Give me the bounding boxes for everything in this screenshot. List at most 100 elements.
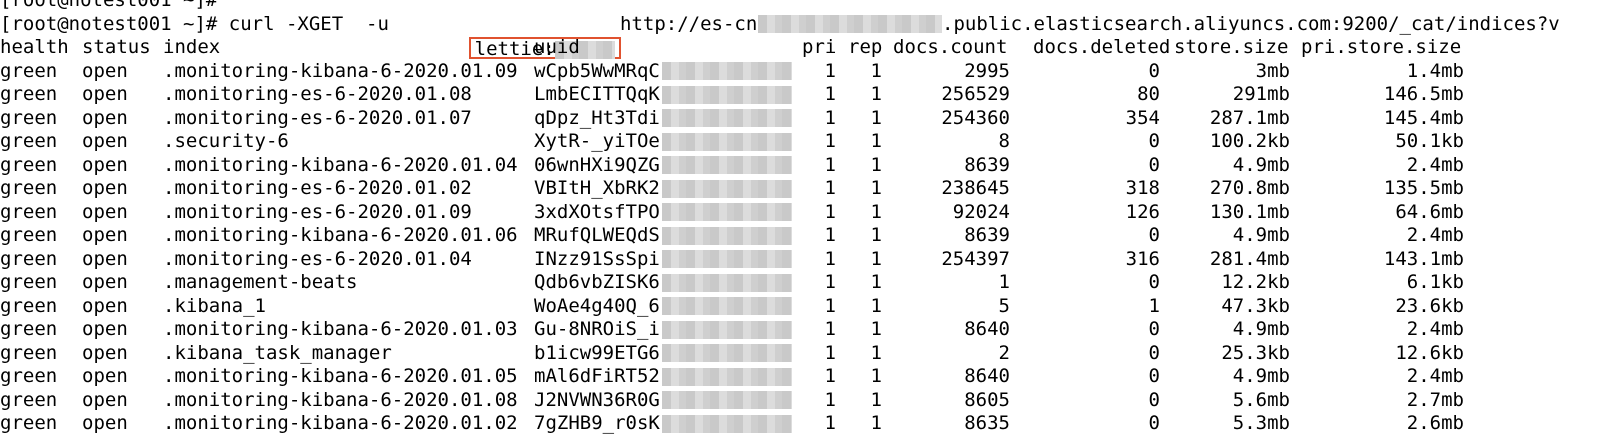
url-start: http://es-cn-v <box>620 12 781 35</box>
cell-pri: 1 <box>824 224 836 246</box>
cell-pri: 1 <box>824 365 836 387</box>
table-row: green open .monitoring-kibana-6-2020.01.09… <box>0 60 1619 84</box>
cell-health: green <box>0 106 58 129</box>
table-row: green open .monitoring-kibana-6-2020.01.04… <box>0 154 1619 178</box>
command-line: [root@notest001 ~]# curl -XGET -u lettie… <box>0 12 1619 59</box>
table-row: green open .kibana_task_manager b1icw99ETG6… <box>0 342 1619 366</box>
cell-pri-size: 64.6mb <box>1395 200 1464 223</box>
cell-rep: 1 <box>870 130 882 152</box>
cell-status: open <box>82 153 128 176</box>
table-row: green open .security-6 XytR-_yiTOe 1 1 8 0 100.2… <box>0 130 1619 154</box>
table-row: green open .monitoring-es-6-2020.01.07 qDpz… <box>0 107 1619 131</box>
cell-uuid: b1icw99ETG6 <box>534 341 660 364</box>
cell-status: open <box>82 130 128 152</box>
cell-deleted: 318 <box>1125 177 1160 199</box>
cell-uuid: qDpz_Ht3Tdi <box>534 106 660 129</box>
cell-status: open <box>82 224 128 246</box>
cell-rep: 1 <box>870 106 882 129</box>
cell-count: 238645 <box>941 177 1010 199</box>
header-docs-deleted: docs.deleted <box>1033 36 1171 58</box>
redacted-uuid <box>662 132 792 151</box>
cell-index: .monitoring-es-6-2020.01.08 <box>163 83 472 105</box>
cell-uuid: Qdb6vbZISK6 <box>534 271 660 293</box>
cell-pri-size: 2.6mb <box>1406 412 1464 434</box>
header-docs-count: docs.count <box>893 36 1008 58</box>
cell-health: green <box>0 224 58 246</box>
cell-count: 254360 <box>941 106 1010 129</box>
cell-rep: 1 <box>870 388 882 411</box>
cell-status: open <box>82 294 128 317</box>
cell-pri-size: 2.7mb <box>1406 388 1464 411</box>
cell-index: .security-6 <box>163 130 289 152</box>
cell-index: .monitoring-es-6-2020.01.02 <box>163 177 472 199</box>
cell-count: 256529 <box>941 83 1010 105</box>
table-row: green open .management-beats Qdb6vbZISK6 1 1 1… <box>0 271 1619 295</box>
redacted-uuid <box>662 156 792 174</box>
cell-status: open <box>82 177 128 199</box>
cell-pri-size: 145.4mb <box>1383 106 1464 129</box>
cell-pri: 1 <box>824 388 836 411</box>
cell-pri: 1 <box>824 177 836 199</box>
cell-count: 8 <box>998 130 1010 152</box>
url-end: .public.elasticsearch.aliyuncs.com:9200/… <box>942 12 1560 35</box>
cell-deleted: 0 <box>1148 365 1160 387</box>
cell-rep: 1 <box>870 341 882 364</box>
cell-status: open <box>82 412 128 434</box>
cell-size: 100.2kb <box>1209 130 1290 152</box>
cell-size: 47.3kb <box>1221 294 1290 317</box>
cell-pri-size: 12.6kb <box>1395 341 1464 364</box>
cell-size: 270.8mb <box>1209 177 1290 199</box>
redacted-uuid <box>662 179 792 198</box>
table-row: green open .monitoring-es-6-2020.01.02 VBIt… <box>0 177 1619 201</box>
table-row: green open .monitoring-kibana-6-2020.01.03… <box>0 318 1619 342</box>
cell-rep: 1 <box>870 247 882 270</box>
cell-pri-size: 135.5mb <box>1383 177 1464 199</box>
cell-pri: 1 <box>824 59 836 82</box>
cell-health: green <box>0 412 58 434</box>
header-index: index <box>163 36 221 58</box>
header-store-size: store.size <box>1174 36 1289 58</box>
cell-health: green <box>0 177 58 199</box>
cell-size: 4.9mb <box>1232 224 1290 246</box>
cell-size: 4.9mb <box>1232 153 1290 176</box>
redacted-uuid <box>662 297 792 315</box>
redacted-uuid <box>662 62 792 80</box>
cell-rep: 1 <box>870 200 882 223</box>
cell-index: .kibana_1 <box>163 294 266 317</box>
cell-count: 254397 <box>941 247 1010 270</box>
cell-status: open <box>82 200 128 223</box>
cell-rep: 1 <box>870 177 882 199</box>
cell-pri: 1 <box>824 200 836 223</box>
cell-pri: 1 <box>824 412 836 434</box>
cell-uuid: LmbECITTQqK <box>534 83 660 105</box>
cell-pri: 1 <box>824 318 836 340</box>
redacted-uuid <box>662 367 792 386</box>
prompt: [root@notest001 ~]# <box>0 0 218 11</box>
cell-size: 287.1mb <box>1209 106 1290 129</box>
cell-size: 4.9mb <box>1232 318 1290 340</box>
cell-health: green <box>0 318 58 340</box>
command-text: [root@notest001 ~]# curl -XGET -u <box>0 12 389 35</box>
table-row: green open .monitoring-kibana-6-2020.01.05… <box>0 365 1619 389</box>
cell-pri-size: 1.4mb <box>1406 59 1464 82</box>
cell-status: open <box>82 59 128 82</box>
cell-count: 5 <box>998 294 1010 317</box>
table-row: green open .monitoring-kibana-6-2020.01.02… <box>0 412 1619 436</box>
header-status: status <box>82 36 151 58</box>
cell-pri: 1 <box>824 83 836 105</box>
header-uuid: uuid <box>534 36 580 58</box>
table-row: green open .monitoring-es-6-2020.01.08 LmbE… <box>0 83 1619 107</box>
cell-pri: 1 <box>824 106 836 129</box>
cell-uuid: 06wnHXi9QZG <box>534 153 660 176</box>
cell-uuid: mAl6dFiRT52 <box>534 365 660 387</box>
cell-index: .kibana_task_manager <box>163 341 392 364</box>
cell-pri-size: 50.1kb <box>1395 130 1464 152</box>
cell-status: open <box>82 341 128 364</box>
cell-deleted: 126 <box>1125 200 1160 223</box>
cell-size: 5.3mb <box>1232 412 1290 434</box>
cell-uuid: WoAe4g40Q_6 <box>534 294 660 317</box>
header-pri-store-size: pri.store.size <box>1301 36 1462 58</box>
table-row: green open .monitoring-kibana-6-2020.01.06… <box>0 224 1619 248</box>
cell-deleted: 0 <box>1148 153 1160 176</box>
cell-pri-size: 23.6kb <box>1395 294 1464 317</box>
